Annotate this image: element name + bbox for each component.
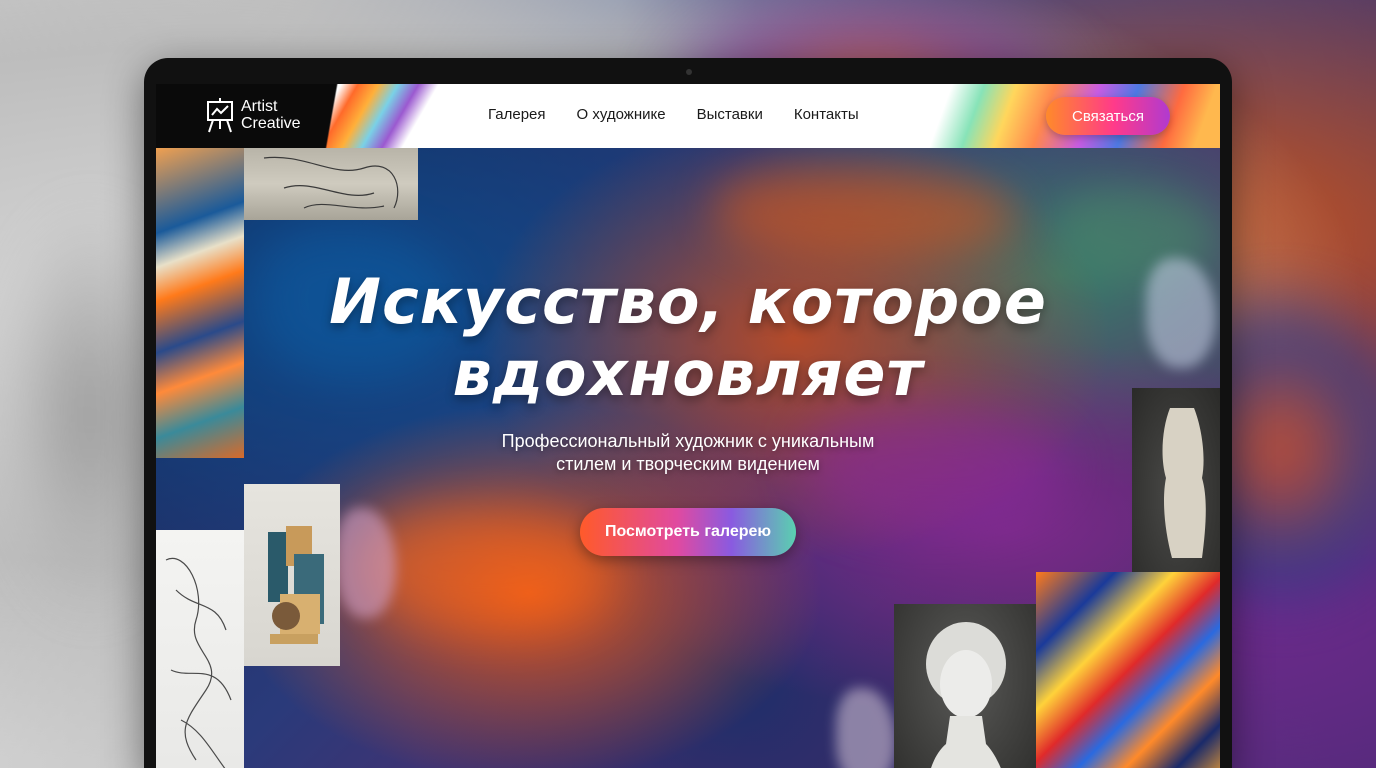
figure-sketch — [165, 557, 232, 768]
header-paint-splash-left — [156, 84, 456, 148]
artwork-sketch-figure[interactable] — [156, 530, 244, 768]
artwork-sketch-top[interactable] — [244, 148, 418, 220]
nav-item-exhibitions[interactable]: Выставки — [697, 106, 763, 123]
laptop-frame: Artist Creative Галерея О художнике Выст… — [144, 58, 1232, 768]
brand-logo[interactable]: Artist Creative — [206, 96, 301, 134]
hero-subtitle-line2: стилем и творческим видением — [556, 454, 820, 474]
hero-title-line2: вдохновляет — [452, 337, 924, 410]
easel-icon — [207, 98, 233, 133]
paint-stroke — [716, 168, 1016, 258]
nav-item-about[interactable]: О художнике — [577, 106, 666, 123]
artwork-bust-sculpture[interactable] — [894, 604, 1036, 768]
hero-subtitle: Профессиональный художник с уникальным с… — [156, 430, 1220, 476]
paint-stroke — [836, 688, 896, 768]
bust-shape — [926, 622, 1006, 768]
nav-item-contacts[interactable]: Контакты — [794, 106, 859, 123]
torso-shape — [1160, 408, 1220, 600]
brand-name-line1: Artist — [241, 98, 278, 115]
artwork-sculpture-abstract[interactable] — [244, 484, 340, 666]
sculpture-shapes — [268, 526, 324, 644]
nav-item-gallery[interactable]: Галерея — [488, 106, 546, 123]
laptop-screen: Artist Creative Галерея О художнике Выст… — [156, 84, 1220, 768]
site-header: Artist Creative Галерея О художнике Выст… — [156, 84, 1220, 148]
main-nav: Галерея О художнике Выставки Контакты — [488, 106, 859, 123]
hero-title: Искусство, которое вдохновляет — [156, 266, 1220, 410]
contact-button[interactable]: Связаться — [1046, 97, 1170, 135]
hero-section: Искусство, которое вдохновляет Профессио… — [156, 148, 1220, 768]
camera-icon — [686, 69, 692, 75]
hero-subtitle-line1: Профессиональный художник с уникальным — [501, 431, 875, 451]
artwork-torso-sculpture[interactable] — [1132, 388, 1220, 600]
hero-title-line1: Искусство, которое — [329, 265, 1047, 338]
artwork-abstract-right[interactable] — [1036, 572, 1220, 768]
sketch-drawing — [263, 156, 399, 209]
view-gallery-button[interactable]: Посмотреть галерею — [580, 508, 796, 556]
brand-name-line2: Creative — [241, 115, 301, 132]
